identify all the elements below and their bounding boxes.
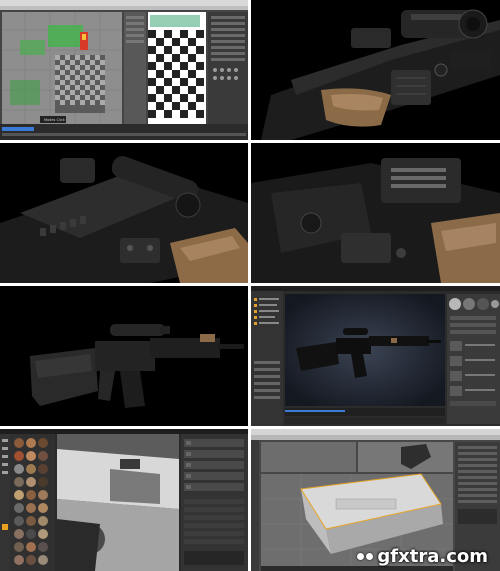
thumbnail-marmoset-viewer[interactable] (251, 286, 500, 426)
watermark: gfxtra.com (357, 546, 488, 567)
thumbnail-render-receiver-closeup[interactable] (251, 143, 500, 283)
thumbnail-substance-painter[interactable] (0, 429, 248, 571)
thumbnail-max-viewport[interactable]: gfxtra.com (251, 429, 500, 571)
thumbnail-render-full-rifle[interactable] (0, 286, 248, 426)
watermark-text: gfxtra.com (377, 546, 488, 567)
thumbnail-render-scope-side[interactable] (0, 143, 248, 283)
thumbnail-uv-mapping[interactable]: Modes Click (0, 0, 248, 140)
thumbnail-render-scope-closeup[interactable] (251, 0, 500, 140)
modes-click-label: Modes Click (44, 118, 66, 122)
watermark-dots-icon (357, 553, 374, 560)
